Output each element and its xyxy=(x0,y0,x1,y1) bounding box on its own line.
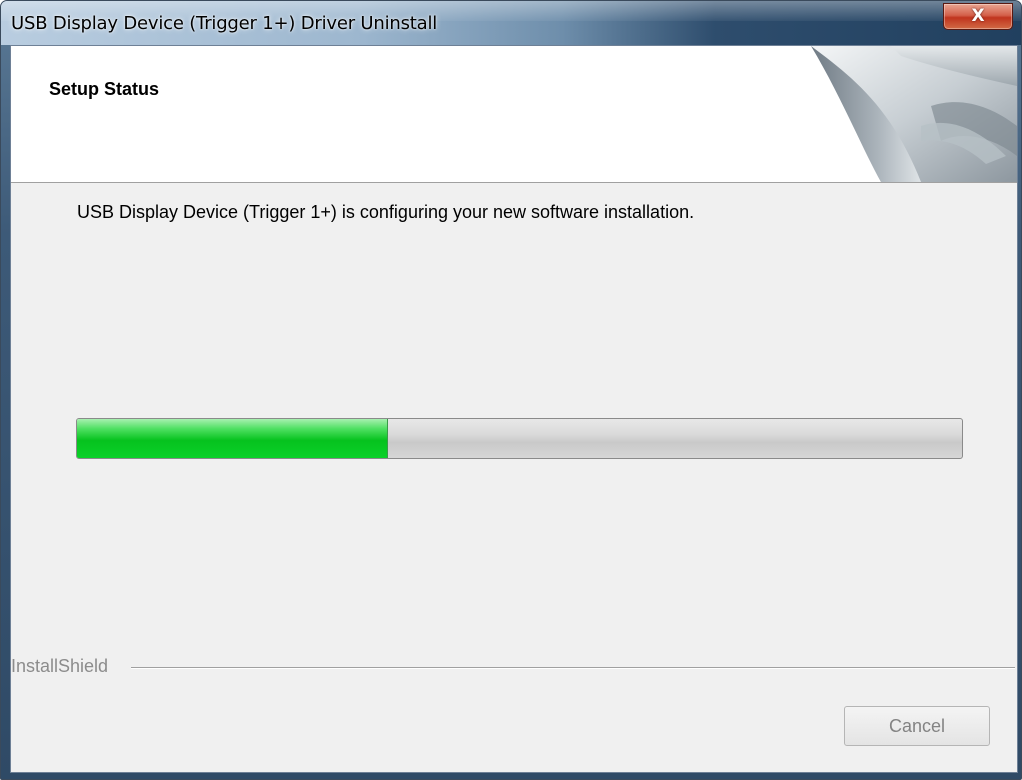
page-title: Setup Status xyxy=(49,79,160,99)
dialog-client-area: Setup Status USB Display Device (Trigger… xyxy=(10,45,1018,773)
uninstall-window: USB Display Device (Trigger 1+) Driver U… xyxy=(0,0,1022,780)
close-icon: X xyxy=(971,6,985,26)
cancel-button[interactable]: Cancel xyxy=(844,706,990,746)
installshield-label: InstallShield xyxy=(11,656,117,677)
title-bar[interactable]: USB Display Device (Trigger 1+) Driver U… xyxy=(1,1,1021,45)
brand-row: InstallShield xyxy=(11,646,1017,686)
brand-divider xyxy=(131,667,1015,669)
progress-bar xyxy=(76,418,963,459)
header-band: Setup Status xyxy=(11,46,1017,183)
window-title: USB Display Device (Trigger 1+) Driver U… xyxy=(11,13,438,34)
status-message: USB Display Device (Trigger 1+) is confi… xyxy=(77,202,695,222)
page-curl-graphic xyxy=(811,46,1017,182)
close-button[interactable]: X xyxy=(943,3,1013,30)
progress-fill xyxy=(77,419,388,458)
